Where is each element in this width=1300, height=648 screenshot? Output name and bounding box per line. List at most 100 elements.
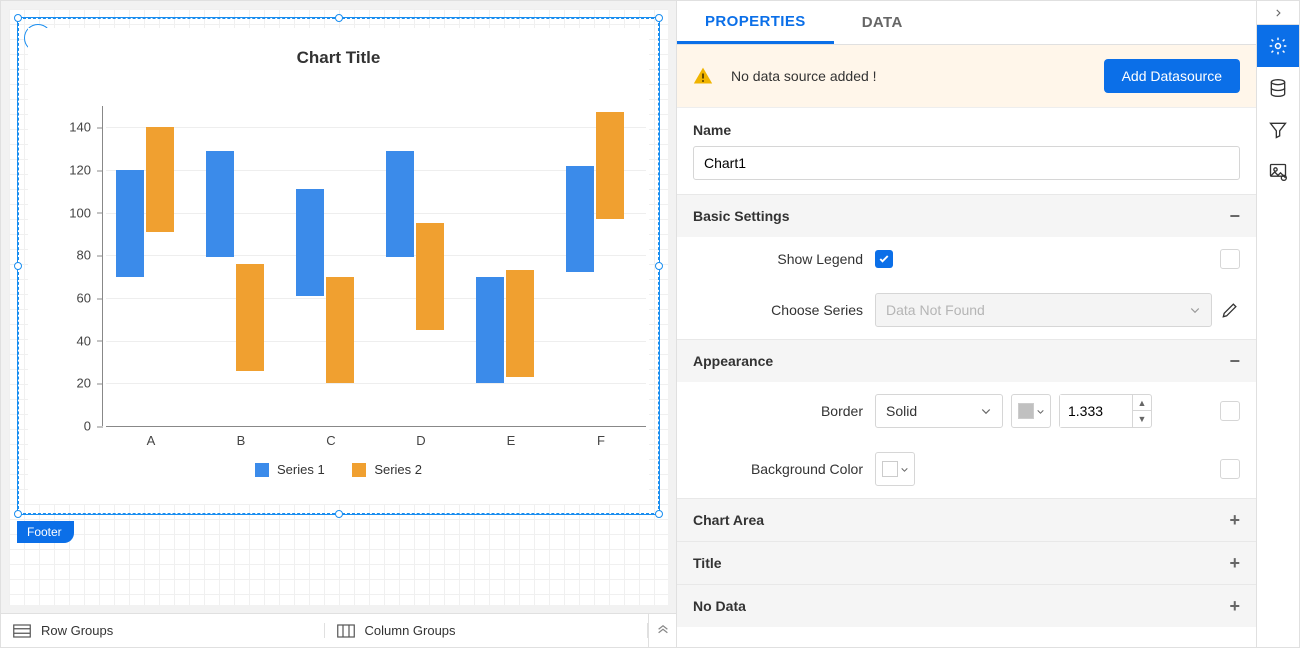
footer-section-tag[interactable]: Footer (17, 521, 74, 543)
resize-handle-n[interactable] (335, 14, 343, 22)
column-groups-label: Column Groups (365, 623, 456, 638)
chevron-down-icon (980, 405, 992, 417)
chevron-down-icon (1036, 407, 1045, 416)
tab-properties[interactable]: PROPERTIES (677, 1, 834, 44)
background-color-picker[interactable] (875, 452, 915, 486)
add-datasource-button[interactable]: Add Datasource (1104, 59, 1240, 93)
legend-label: Series 1 (277, 462, 325, 477)
resize-handle-w[interactable] (14, 262, 22, 270)
x-tick: E (507, 433, 516, 448)
select-value: Data Not Found (886, 302, 985, 318)
bar-series1 (386, 151, 414, 258)
y-tick: 20 (55, 376, 103, 391)
spin-up-icon[interactable]: ▲ (1133, 395, 1151, 411)
advanced-toggle[interactable] (1220, 459, 1240, 479)
background-color-label: Background Color (693, 461, 863, 477)
rail-filter-icon[interactable] (1257, 109, 1299, 151)
show-legend-checkbox[interactable] (875, 250, 893, 268)
properties-tabs: PROPERTIES DATA (677, 1, 1256, 45)
x-tick: F (597, 433, 605, 448)
rail-data-icon[interactable] (1257, 67, 1299, 109)
bar-series2 (596, 112, 624, 219)
bar-series1 (476, 277, 504, 384)
resize-handle-s[interactable] (335, 510, 343, 518)
column-groups-panel[interactable]: Column Groups (325, 623, 649, 638)
x-tick: B (237, 433, 246, 448)
rail-properties-icon[interactable] (1257, 25, 1299, 67)
y-tick: 0 (55, 419, 103, 434)
no-data-section-header[interactable]: No Data + (677, 584, 1256, 627)
collapse-icon[interactable]: − (1229, 207, 1240, 225)
datasource-alert: No data source added ! Add Datasource (677, 45, 1256, 108)
design-canvas[interactable]: Chart Title 0 20 40 60 80 100 120 140 (1, 1, 676, 613)
border-width-spinner[interactable]: ▲ ▼ (1059, 394, 1152, 428)
row-groups-icon (13, 624, 31, 638)
chart-title: Chart Title (28, 28, 649, 74)
resize-handle-e[interactable] (655, 262, 663, 270)
section-title: No Data (693, 598, 746, 614)
right-rail (1257, 1, 1299, 647)
chart-plot-area (106, 106, 646, 426)
y-tick: 140 (55, 120, 103, 135)
warning-icon (693, 66, 713, 86)
select-value: Solid (886, 403, 917, 419)
row-groups-label: Row Groups (41, 623, 113, 638)
resize-handle-nw[interactable] (14, 14, 22, 22)
y-tick: 100 (55, 205, 103, 220)
resize-handle-se[interactable] (655, 510, 663, 518)
selected-chart-widget[interactable]: Chart Title 0 20 40 60 80 100 120 140 (17, 17, 660, 515)
y-tick: 80 (55, 248, 103, 263)
x-tick: C (326, 433, 335, 448)
title-section-header[interactable]: Title + (677, 541, 1256, 584)
collapse-groups-icon[interactable] (648, 614, 676, 648)
chart-legend: Series 1 Series 2 (28, 462, 649, 480)
chevron-down-icon (1189, 304, 1201, 316)
collapse-icon[interactable]: − (1229, 352, 1240, 370)
bar-series2 (236, 264, 264, 371)
name-field-label: Name (693, 122, 1240, 138)
y-tick: 60 (55, 291, 103, 306)
bar-series2 (326, 277, 354, 384)
y-tick: 40 (55, 333, 103, 348)
name-input[interactable] (693, 146, 1240, 180)
bar-series1 (116, 170, 144, 277)
legend-label: Series 2 (374, 462, 422, 477)
border-style-select[interactable]: Solid (875, 394, 1003, 428)
choose-series-label: Choose Series (693, 302, 863, 318)
chart-preview: Chart Title 0 20 40 60 80 100 120 140 (28, 28, 649, 504)
section-title: Appearance (693, 353, 773, 369)
row-groups-panel[interactable]: Row Groups (1, 623, 325, 638)
bar-series1 (296, 189, 324, 296)
advanced-toggle[interactable] (1220, 249, 1240, 269)
bar-series2 (416, 223, 444, 330)
resize-handle-sw[interactable] (14, 510, 22, 518)
show-legend-label: Show Legend (693, 251, 863, 267)
basic-settings-header[interactable]: Basic Settings − (677, 195, 1256, 237)
x-axis: A B C D E F (106, 426, 646, 427)
tab-data[interactable]: DATA (834, 1, 931, 44)
y-axis: 0 20 40 60 80 100 120 140 (102, 106, 103, 426)
alert-text: No data source added ! (731, 68, 1086, 84)
expand-icon[interactable]: + (1229, 554, 1240, 572)
bar-series2 (146, 127, 174, 232)
bar-series2 (506, 270, 534, 377)
advanced-toggle[interactable] (1220, 401, 1240, 421)
chevron-down-icon (900, 465, 909, 474)
choose-series-select[interactable]: Data Not Found (875, 293, 1212, 327)
border-label: Border (693, 403, 863, 419)
spin-down-icon[interactable]: ▼ (1133, 411, 1151, 427)
section-title: Title (693, 555, 722, 571)
edit-series-icon[interactable] (1220, 300, 1240, 320)
border-width-input[interactable] (1060, 395, 1132, 427)
section-title: Chart Area (693, 512, 764, 528)
expand-icon[interactable]: + (1229, 597, 1240, 615)
y-tick: 120 (55, 163, 103, 178)
resize-handle-ne[interactable] (655, 14, 663, 22)
appearance-header[interactable]: Appearance − (677, 340, 1256, 382)
chart-area-header[interactable]: Chart Area + (677, 499, 1256, 541)
rail-image-settings-icon[interactable] (1257, 151, 1299, 193)
border-color-picker[interactable] (1011, 394, 1051, 428)
rail-collapse-icon[interactable] (1257, 1, 1299, 25)
x-tick: A (147, 433, 156, 448)
expand-icon[interactable]: + (1229, 511, 1240, 529)
